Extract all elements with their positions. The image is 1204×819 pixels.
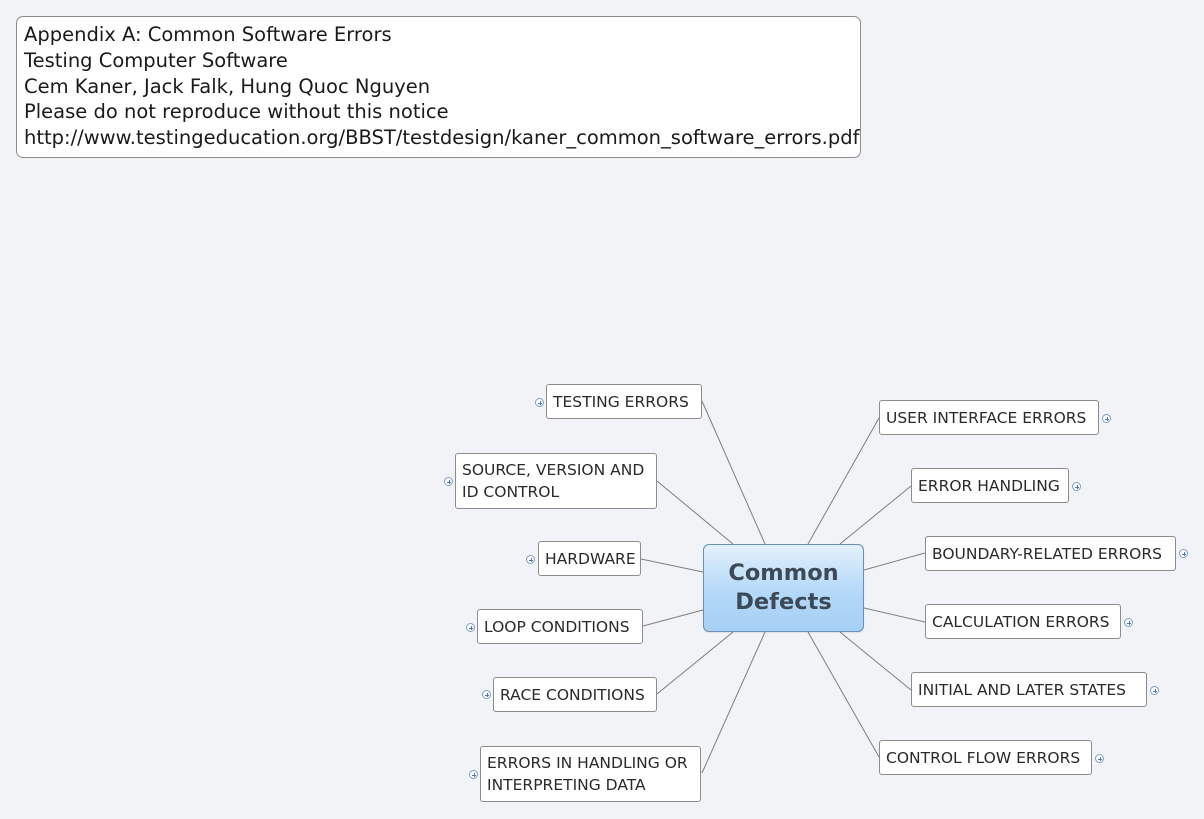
topic-race-conditions[interactable]: RACE CONDITIONS xyxy=(493,677,657,712)
expand-icon[interactable] xyxy=(1150,686,1159,695)
notice-line-copyright: Please do not reproduce without this not… xyxy=(24,100,449,124)
topic-loop-conditions[interactable]: LOOP CONDITIONS xyxy=(477,609,643,644)
topic-error-handling[interactable]: ERROR HANDLING xyxy=(911,468,1069,503)
topic-control-flow-errors[interactable]: CONTROL FLOW ERRORS xyxy=(879,740,1092,775)
notice-box[interactable]: Appendix A: Common Software Errors Testi… xyxy=(16,16,861,158)
connector-boundary-related xyxy=(863,552,926,571)
topic-label: RACE CONDITIONS xyxy=(500,685,645,704)
connector-user-interface xyxy=(807,417,880,545)
expand-icon[interactable] xyxy=(466,623,475,632)
topic-label: CALCULATION ERRORS xyxy=(932,612,1110,631)
topic-label: ERRORS IN HANDLING OR INTERPRETING DATA xyxy=(487,754,688,794)
connector-control-flow xyxy=(807,631,880,758)
expand-icon[interactable] xyxy=(1179,549,1188,558)
topic-user-interface-errors[interactable]: USER INTERFACE ERRORS xyxy=(879,400,1099,435)
connector-loop-conditions xyxy=(642,609,704,627)
notice-line-url: http://www.testingeducation.org/BBST/tes… xyxy=(24,126,860,150)
topic-label: INITIAL AND LATER STATES xyxy=(918,680,1126,699)
connector-calculation xyxy=(863,607,926,623)
expand-icon[interactable] xyxy=(469,770,478,779)
notice-line-book: Testing Computer Software xyxy=(24,48,288,72)
connector-error-handling xyxy=(839,485,912,545)
central-topic-label: Common Defects xyxy=(728,560,839,615)
topic-label: ERROR HANDLING xyxy=(918,476,1060,495)
expand-icon[interactable] xyxy=(1102,414,1111,423)
topic-calculation-errors[interactable]: CALCULATION ERRORS xyxy=(925,604,1121,639)
topic-source-version-id-control[interactable]: SOURCE, VERSION AND ID CONTROL xyxy=(455,453,657,509)
expand-icon[interactable] xyxy=(526,555,535,564)
topic-initial-and-later-states[interactable]: INITIAL AND LATER STATES xyxy=(911,672,1147,707)
connector-errors-in-handling xyxy=(701,631,766,774)
topic-label: CONTROL FLOW ERRORS xyxy=(886,748,1081,767)
expand-icon[interactable] xyxy=(1095,754,1104,763)
expand-icon[interactable] xyxy=(482,690,491,699)
topic-errors-in-handling-data[interactable]: ERRORS IN HANDLING OR INTERPRETING DATA xyxy=(480,746,701,802)
topic-label: LOOP CONDITIONS xyxy=(484,617,630,636)
expand-icon[interactable] xyxy=(444,477,453,486)
notice-line-authors: Cem Kaner, Jack Falk, Hung Quoc Nguyen xyxy=(24,74,431,98)
expand-icon[interactable] xyxy=(535,398,544,407)
topic-label: HARDWARE xyxy=(545,549,636,568)
connector-hardware xyxy=(640,558,704,573)
topic-hardware[interactable]: HARDWARE xyxy=(538,541,641,576)
notice-line-title: Appendix A: Common Software Errors xyxy=(24,23,392,46)
connector-race-conditions xyxy=(656,631,734,695)
connector-source-version xyxy=(656,480,734,545)
topic-testing-errors[interactable]: TESTING ERRORS xyxy=(546,384,702,419)
expand-icon[interactable] xyxy=(1072,482,1081,491)
central-topic[interactable]: Common Defects xyxy=(703,544,864,632)
topic-boundary-related-errors[interactable]: BOUNDARY-RELATED ERRORS xyxy=(925,536,1176,571)
connector-testing-errors xyxy=(701,400,766,545)
topic-label: USER INTERFACE ERRORS xyxy=(886,408,1087,427)
topic-label: BOUNDARY-RELATED ERRORS xyxy=(932,544,1162,563)
topic-label: TESTING ERRORS xyxy=(553,392,689,411)
connector-initial-later xyxy=(839,631,912,691)
topic-label: SOURCE, VERSION AND ID CONTROL xyxy=(462,461,645,501)
expand-icon[interactable] xyxy=(1124,618,1133,627)
